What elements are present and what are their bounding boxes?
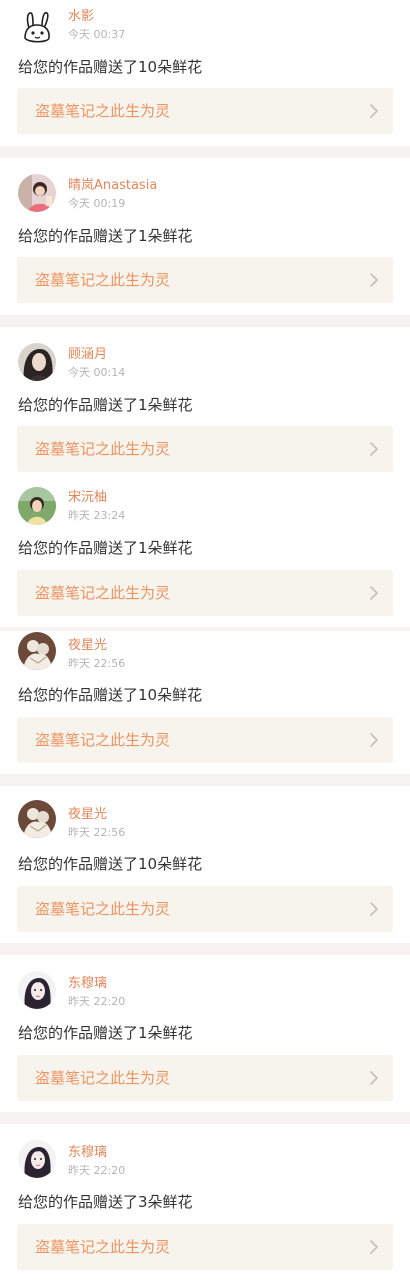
notification-card: 水影今天 00:37 给您的作品赠送了10朵鲜花盗墓笔记之此生为灵: [0, 0, 410, 146]
chevron-right-icon: [369, 103, 379, 119]
gift-notification-list: 水影 今天 00:37 给您的作品赠送了10朵鲜花 盗墓笔记之此生为灵 晴岚Anasta…: [0, 0, 410, 1280]
work-link[interactable]: 盗墓笔记之此生为灵: [17, 257, 393, 303]
timestamp: 今天 00:37: [68, 28, 126, 41]
notification-card: 晴岚Anastasia 今天 00:19 给您的作品赠送了1朵鲜花 盗墓笔记之此生为灵: [0, 158, 410, 315]
timestamp: 昨天 22:20: [68, 995, 126, 1008]
chevron-right-icon: [369, 585, 379, 601]
statue-avatar-icon[interactable]: [18, 632, 56, 670]
work-title: 盗墓笔记之此生为灵: [35, 271, 171, 289]
notification-card: 顾涵月今天 00:14 给您的作品赠送了1朵鲜花 盗墓笔记之此生为灵: [0, 327, 410, 478]
statue-avatar-icon[interactable]: [18, 800, 56, 838]
work-title: 盗墓笔记之此生为灵: [35, 102, 171, 120]
card-separator: [0, 943, 410, 955]
timestamp: 今天 00:19: [68, 197, 126, 210]
work-title: 盗墓笔记之此生为灵: [35, 900, 171, 918]
work-title: 盗墓笔记之此生为灵: [35, 731, 171, 749]
work-link[interactable]: 盗墓笔记之此生为灵: [17, 1055, 393, 1101]
user-name[interactable]: 顾涵月: [68, 347, 107, 363]
chevron-right-icon: [369, 272, 379, 288]
notification-card: 东穆璃昨天 22:20 给您的作品赠送了3朵鲜花 盗墓笔记之此生为灵: [0, 1124, 410, 1280]
gift-message: 给您的作品赠送了1朵鲜花: [18, 227, 193, 245]
timestamp: 今天 00:14: [68, 366, 126, 379]
work-link[interactable]: 盗墓笔记之此生为灵: [17, 88, 393, 134]
work-link[interactable]: 盗墓笔记之此生为灵: [17, 426, 393, 472]
user-name[interactable]: 晴岚Anastasia: [68, 178, 157, 194]
gift-message: 给您的作品赠送了10朵鲜花: [18, 686, 203, 704]
sketch-girl-avatar-icon[interactable]: [18, 1140, 56, 1178]
work-link[interactable]: 盗墓笔记之此生为灵: [17, 886, 393, 932]
gift-message: 给您的作品赠送了1朵鲜花: [18, 1024, 193, 1042]
user-name[interactable]: 夜星光: [68, 638, 107, 654]
user-name[interactable]: 东穆璃: [68, 976, 107, 992]
work-title: 盗墓笔记之此生为灵: [35, 1238, 171, 1256]
dark-portrait-avatar-icon[interactable]: [18, 343, 56, 381]
timestamp: 昨天 22:20: [68, 1164, 126, 1177]
girl-photo-avatar-icon[interactable]: [18, 174, 56, 212]
work-link[interactable]: 盗墓笔记之此生为灵: [17, 570, 393, 616]
timestamp: 昨天 22:56: [68, 826, 126, 839]
notification-card: 宋沅柚昨天 23:24 给您的作品赠送了1朵鲜花 盗墓笔记之此生为灵: [0, 478, 410, 627]
notification-card: 东穆璃昨天 22:20 给您的作品赠送了1朵鲜花 盗墓笔记之此生为灵: [0, 955, 410, 1112]
chevron-right-icon: [369, 1239, 379, 1255]
user-name[interactable]: 夜星光: [68, 807, 107, 823]
card-separator: [0, 1112, 410, 1124]
work-title: 盗墓笔记之此生为灵: [35, 1069, 171, 1087]
user-name[interactable]: 东穆璃: [68, 1145, 107, 1161]
doodle-rabbit-avatar-icon[interactable]: [18, 8, 56, 46]
chevron-right-icon: [369, 1070, 379, 1086]
card-separator: [0, 774, 410, 786]
gift-message: 给您的作品赠送了1朵鲜花: [18, 539, 193, 557]
chevron-right-icon: [369, 901, 379, 917]
work-link[interactable]: 盗墓笔记之此生为灵: [17, 1224, 393, 1270]
work-title: 盗墓笔记之此生为灵: [35, 584, 171, 602]
work-link[interactable]: 盗墓笔记之此生为灵: [17, 717, 393, 763]
user-name[interactable]: 宋沅柚: [68, 490, 107, 506]
timestamp: 昨天 22:56: [68, 657, 126, 670]
notification-card: 夜星光昨天 22:56 给您的作品赠送了10朵鲜花盗墓笔记之此生为灵: [0, 631, 410, 774]
card-separator: [0, 146, 410, 158]
user-name[interactable]: 水影: [68, 9, 94, 25]
gift-message: 给您的作品赠送了10朵鲜花: [18, 58, 203, 76]
card-separator: [0, 315, 410, 327]
gift-message: 给您的作品赠送了1朵鲜花: [18, 396, 193, 414]
notification-card: 夜星光昨天 22:56 给您的作品赠送了10朵鲜花盗墓笔记之此生为灵: [0, 786, 410, 943]
work-title: 盗墓笔记之此生为灵: [35, 440, 171, 458]
timestamp: 昨天 23:24: [68, 509, 126, 522]
sketch-girl-avatar-icon[interactable]: [18, 971, 56, 1009]
gift-message: 给您的作品赠送了3朵鲜花: [18, 1193, 193, 1211]
chevron-right-icon: [369, 441, 379, 457]
outdoor-portrait-avatar-icon[interactable]: [18, 487, 56, 525]
chevron-right-icon: [369, 732, 379, 748]
gift-message: 给您的作品赠送了10朵鲜花: [18, 855, 203, 873]
